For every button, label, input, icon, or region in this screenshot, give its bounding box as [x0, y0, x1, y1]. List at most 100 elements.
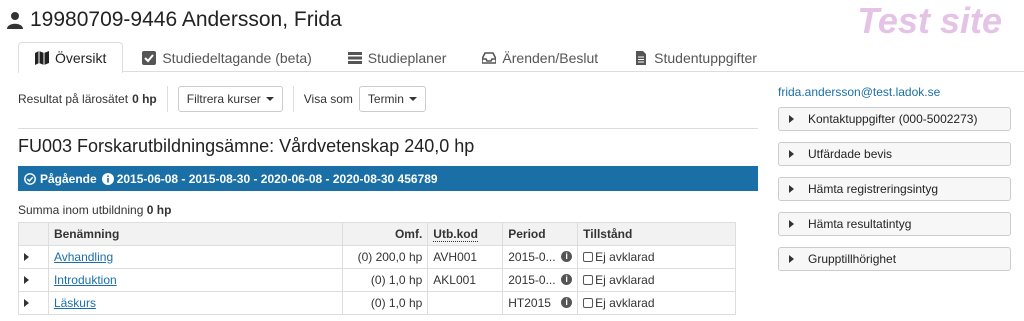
table-row: Introduktion (0) 1,0 hp AKL001 2015-0...…	[18, 268, 736, 292]
tab-label: Studentuppgifter	[654, 49, 757, 66]
result-certificate-button[interactable]: Hämta resultatintyg	[778, 212, 1011, 236]
divider	[166, 86, 168, 112]
sidebar-button-label: Grupptillhörighet	[808, 252, 897, 266]
page-header: 19980709-9446 Andersson, Frida	[6, 6, 342, 34]
check-circle-icon	[24, 172, 36, 185]
list-icon	[347, 51, 362, 64]
column-header[interactable]: Omf.	[342, 222, 429, 246]
divider	[292, 86, 294, 112]
table-row: Läskurs (0) 1,0 hp HT2015 i Ej avklarad	[18, 291, 736, 315]
test-site-badge: Test site	[857, 0, 1002, 41]
info-icon	[101, 172, 114, 185]
state-cell: Ej avklarad	[577, 245, 736, 269]
tab-studieplaner[interactable]: Studieplaner	[331, 42, 464, 72]
caret-right-icon	[24, 299, 29, 307]
period-cell: HT2015 i	[502, 291, 579, 315]
column-header[interactable]: Benämning	[47, 222, 344, 246]
caret-down-icon	[265, 97, 274, 101]
caret-down-icon	[408, 97, 417, 101]
status-label: Pågående	[40, 171, 97, 186]
inbox-icon	[482, 51, 497, 64]
caret-right-icon	[789, 255, 794, 263]
column-header[interactable]: Tillstånd	[577, 222, 736, 246]
caret-right-icon	[24, 276, 29, 284]
table-header-row: Benämning Omf. Utb.kod Period Tillstånd	[18, 222, 736, 246]
summa-label: Summa inom utbildning	[18, 203, 144, 217]
view-as-label: Visa som	[303, 92, 353, 106]
program-status-bar: Pågående 2015-06-08 - 2015-08-30 - 2020-…	[18, 166, 758, 191]
tab-studiedeltagande[interactable]: Studiedeltagande (beta)	[125, 42, 328, 72]
omf-cell: (0) 200,0 hp	[342, 245, 429, 269]
tab-label: Ärenden/Beslut	[502, 49, 599, 66]
period-text: 2015-0...	[508, 250, 556, 264]
course-link[interactable]: Läskurs	[54, 296, 96, 310]
caret-right-icon	[789, 150, 794, 158]
map-icon	[35, 51, 49, 65]
result-value: 0 hp	[132, 92, 157, 106]
checkbox-icon	[583, 252, 594, 262]
caret-right-icon	[789, 220, 794, 228]
tab-arenden-beslut[interactable]: Ärenden/Beslut	[465, 42, 615, 72]
status-dates: 2015-06-08 - 2015-08-30 - 2020-06-08 - 2…	[116, 171, 438, 186]
summa-value: 0 hp	[146, 203, 172, 217]
registration-certificate-button[interactable]: Hämta registreringsintyg	[778, 177, 1011, 201]
column-header-label: Utb.kod	[433, 227, 478, 242]
toolbar: Resultat på lärosätet 0 hp Filtrera kurs…	[18, 84, 758, 114]
column-header[interactable]: Period	[502, 222, 579, 246]
course-name-cell: Avhandling	[47, 245, 344, 269]
user-icon	[7, 12, 23, 29]
document-icon	[636, 50, 647, 65]
state-cell: Ej avklarad	[577, 268, 736, 292]
contact-info-button[interactable]: Kontaktuppgifter (000-5002273)	[778, 107, 1011, 131]
state-text: Ej avklarad	[595, 250, 655, 264]
period-cell: 2015-0... i	[502, 245, 579, 269]
filter-courses-button[interactable]: Filtrera kurser	[177, 86, 283, 112]
tab-oversikt[interactable]: Översikt	[18, 42, 124, 73]
column-header[interactable]: Utb.kod	[427, 222, 504, 246]
sidebar-button-label: Hämta registreringsintyg	[808, 182, 939, 196]
checkbox-icon	[142, 50, 157, 65]
student-name: 19980709-9446 Andersson, Frida	[30, 8, 342, 31]
period-cell: 2015-0... i	[502, 268, 579, 292]
expand-toggle[interactable]	[18, 245, 49, 269]
summa-row: Summa inom utbildning 0 hp	[18, 203, 171, 217]
tab-label: Studieplaner	[367, 49, 447, 66]
view-as-value: Termin	[367, 92, 404, 106]
course-link[interactable]: Introduktion	[54, 273, 117, 287]
caret-right-icon	[789, 115, 794, 123]
program-title: FU003 Forskarutbildningsämne: Vårdvetens…	[18, 136, 475, 156]
tab-label: Studiedeltagande (beta)	[162, 49, 312, 66]
info-icon[interactable]: i	[561, 297, 573, 308]
caret-right-icon	[24, 253, 29, 261]
info-icon[interactable]: i	[561, 251, 573, 262]
course-table: Benämning Omf. Utb.kod Period Tillstånd …	[18, 222, 736, 315]
state-cell: Ej avklarad	[577, 291, 736, 315]
tab-label: Översikt	[55, 50, 107, 66]
period-text: 2015-0...	[508, 273, 556, 287]
state-text: Ej avklarad	[595, 273, 655, 287]
divider	[18, 128, 758, 129]
course-name-cell: Introduktion	[47, 268, 344, 292]
checkbox-icon	[583, 298, 594, 308]
tab-studentuppgifter[interactable]: Studentuppgifter	[617, 42, 774, 72]
filter-courses-label: Filtrera kurser	[186, 92, 261, 106]
kod-cell: AVH001	[427, 245, 504, 269]
table-row: Avhandling (0) 200,0 hp AVH001 2015-0...…	[18, 245, 736, 269]
period-text: HT2015	[508, 296, 551, 310]
omf-cell: (0) 1,0 hp	[342, 268, 429, 292]
expand-toggle[interactable]	[18, 268, 49, 292]
tab-bar: Översikt Studiedeltagande (beta) Studiep…	[18, 42, 1024, 73]
sidebar-button-label: Utfärdade bevis	[808, 147, 893, 161]
group-membership-button[interactable]: Grupptillhörighet	[778, 247, 1011, 271]
info-icon[interactable]: i	[561, 274, 573, 285]
view-as-dropdown[interactable]: Termin	[358, 86, 426, 112]
sidebar-button-label: Hämta resultatintyg	[808, 217, 912, 231]
issued-certificates-button[interactable]: Utfärdade bevis	[778, 142, 1011, 166]
kod-cell	[427, 291, 504, 315]
course-link[interactable]: Avhandling	[54, 250, 113, 264]
email-link[interactable]: frida.andersson@test.ladok.se	[778, 85, 940, 99]
expand-header	[18, 222, 49, 246]
expand-toggle[interactable]	[18, 291, 49, 315]
result-label: Resultat på lärosätet	[18, 92, 129, 106]
caret-right-icon	[789, 185, 794, 193]
